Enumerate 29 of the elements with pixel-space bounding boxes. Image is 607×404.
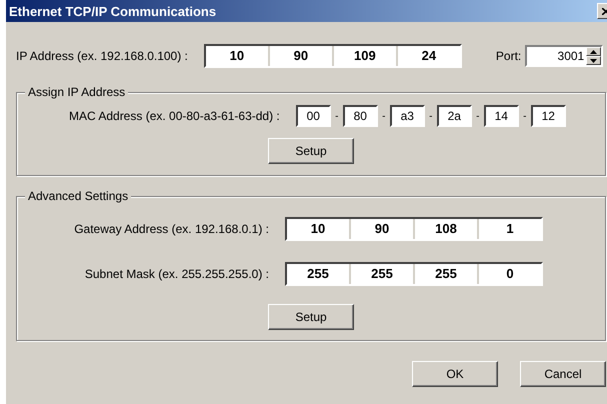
subnet-mask-field[interactable]: 255 255 255 0 — [285, 262, 543, 286]
mac-octet-field[interactable]: a3 — [390, 105, 425, 127]
group-title: Assign IP Address — [25, 85, 128, 99]
window-title: Ethernet TCP/IP Communications — [9, 4, 216, 18]
up-arrow-icon[interactable] — [590, 50, 598, 54]
setup-button[interactable]: Setup — [268, 138, 354, 164]
cancel-button[interactable]: Cancel — [520, 361, 606, 387]
separator: - — [334, 110, 340, 122]
mac-octet-field[interactable]: 80 — [342, 105, 378, 127]
ip-address-field[interactable]: 10 90 109 24 — [204, 44, 462, 68]
separator: - — [428, 110, 434, 122]
gateway-address-field[interactable]: 10 90 108 1 — [285, 217, 543, 241]
mac-address-label: MAC Address (ex. 00-80-a3-61-63-dd) : — [69, 109, 280, 123]
separator: - — [381, 110, 386, 122]
port-field[interactable]: 3001 — [525, 45, 604, 67]
gateway-address-label: Gateway Address (ex. 192.168.0.1) : — [73, 222, 269, 236]
separator: - — [475, 110, 480, 122]
ok-button[interactable]: OK — [412, 361, 498, 387]
separator: - — [522, 110, 528, 122]
group-title: Advanced Settings — [25, 189, 132, 203]
down-arrow-icon[interactable] — [590, 58, 598, 62]
mac-octet-field[interactable]: 14 — [484, 105, 519, 127]
setup-button[interactable]: Setup — [268, 304, 354, 330]
mac-octet-field[interactable]: 00 — [296, 105, 331, 127]
ip-address-label: IP Address (ex. 192.168.0.100) : — [16, 49, 188, 63]
mac-octet-field[interactable]: 2a — [436, 105, 472, 127]
port-label: Port: — [496, 49, 522, 63]
subnet-mask-label: Subnet Mask (ex. 255.255.255.0) : — [84, 267, 269, 281]
mac-octet-field[interactable]: 12 — [530, 105, 566, 127]
